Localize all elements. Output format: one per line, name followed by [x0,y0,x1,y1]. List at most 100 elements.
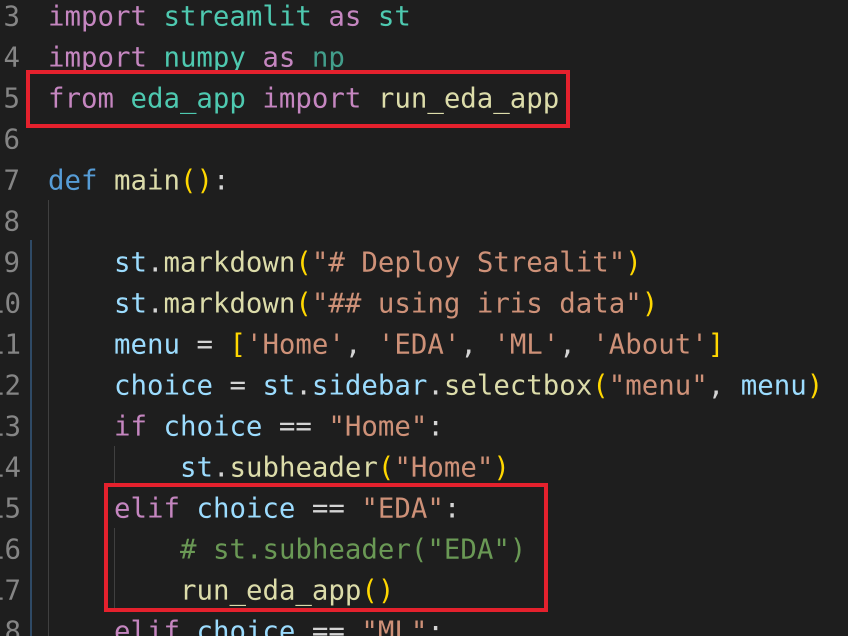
module-token: streamlit [163,1,312,32]
operator-token: = [212,370,263,401]
line-code: st.subheader("Home") [180,447,510,488]
variable-token: menu [740,370,807,401]
bracket-token: ) [641,288,659,319]
line-number: 14 [0,452,21,483]
alias-token: st [377,1,411,32]
line-number: 5 [3,83,21,114]
string-token: "Home" [394,452,494,483]
line-number: 10 [0,288,21,319]
bracket-token: ] [707,329,725,360]
punct-token: . [295,370,312,401]
variable-token: choice [114,370,213,401]
attribute-token: sidebar [311,370,428,401]
bracket-token: ( [295,247,312,278]
operator-token: == [295,616,362,636]
code-line-9[interactable]: 9 st.markdown("# Deploy Strealit") [0,242,848,283]
keyword-token: import [48,42,147,73]
line-code: if choice == "Home": [114,406,444,447]
variable-token: choice [196,616,296,636]
object-token: st [114,247,147,278]
line-number: 9 [3,247,21,278]
line-number: 3 [3,1,21,32]
highlight-box-elif-eda [104,483,548,612]
code-line-12[interactable]: 12 choice = st.sidebar.selectbox("menu",… [0,365,848,406]
line-number: 13 [0,411,21,442]
alias-token: np [311,42,345,73]
string-token: "menu" [608,370,708,401]
string-token: "## using iris data" [311,288,642,319]
string-token: 'EDA' [377,329,461,360]
operator-token: = [179,329,230,360]
punct-token: : [427,411,444,442]
module-token: numpy [163,42,246,73]
code-line-7[interactable]: 7 def main(): [0,160,848,201]
keyword-token: if [114,411,147,442]
line-code: menu = ['Home', 'EDA', 'ML', 'About'] [114,324,724,365]
keyword-token: import [48,1,147,32]
line-number: 12 [0,370,21,401]
line-number: 6 [3,124,21,155]
keyword-token: elif [114,616,180,636]
line-number: 11 [0,329,21,360]
code-line-3[interactable]: 3 import streamlit as st [0,0,848,37]
bracket-token: ( [179,165,197,196]
punct-token: . [427,370,444,401]
punct-token: : [212,165,230,196]
punct-token: , [707,370,741,401]
object-token: st [262,370,296,401]
operator-token: == [262,411,329,442]
function-token: subheader [229,452,378,483]
string-token: 'About' [592,329,708,360]
object-token: st [114,288,147,319]
string-token: 'ML' [493,329,560,360]
def-keyword-token: def [48,165,98,196]
code-line-11[interactable]: 11 menu = ['Home', 'EDA', 'ML', 'About'] [0,324,848,365]
function-token: markdown [163,288,296,319]
keyword-token: as [262,42,296,73]
line-number: 7 [3,165,21,196]
highlight-box-import [26,70,570,128]
line-number: 8 [3,206,21,237]
punct-token: , [460,329,494,360]
string-token: "Home" [328,411,428,442]
function-token: main [113,165,180,196]
bracket-token: ) [625,247,642,278]
line-code: def main(): [48,160,229,201]
punct-token: . [146,288,164,319]
punct-token: , [559,329,593,360]
object-token: st [180,452,213,483]
code-line-18[interactable]: 18 elif choice == "ML": [0,611,848,636]
line-number: 15 [0,493,21,524]
code-line-13[interactable]: 13 if choice == "Home": [0,406,848,447]
code-editor[interactable]: 3 import streamlit as st 4 import numpy … [0,0,848,636]
line-number: 16 [0,534,21,565]
line-number: 4 [3,42,21,73]
bracket-token: ) [493,452,510,483]
string-token: 'Home' [245,329,345,360]
punct-token: , [344,329,378,360]
line-number: 17 [0,575,21,606]
bracket-token: ( [592,370,609,401]
line-number: 18 [0,616,21,636]
bracket-token: ( [377,452,395,483]
line-code: st.markdown("## using iris data") [114,283,658,324]
line-code: elif choice == "ML": [114,611,444,636]
code-line-8[interactable]: 8 [0,201,848,242]
function-token: markdown [163,247,296,278]
code-line-14[interactable]: 14 st.subheader("Home") [0,447,848,488]
bracket-token: ) [806,370,824,401]
string-token: "ML" [361,616,428,636]
punct-token: : [427,616,444,636]
bracket-token: ( [295,288,312,319]
punct-token: . [146,247,164,278]
bracket-token: ) [196,165,213,196]
function-token: selectbox [443,370,593,401]
keyword-token: as [328,1,362,32]
line-code: st.markdown("# Deploy Strealit") [114,242,642,283]
line-code: import streamlit as st [48,0,411,37]
variable-token: choice [163,411,263,442]
punct-token: . [212,452,230,483]
variable-token: menu [114,329,180,360]
line-code: choice = st.sidebar.selectbox("menu", me… [114,365,823,406]
code-line-10[interactable]: 10 st.markdown("## using iris data") [0,283,848,324]
